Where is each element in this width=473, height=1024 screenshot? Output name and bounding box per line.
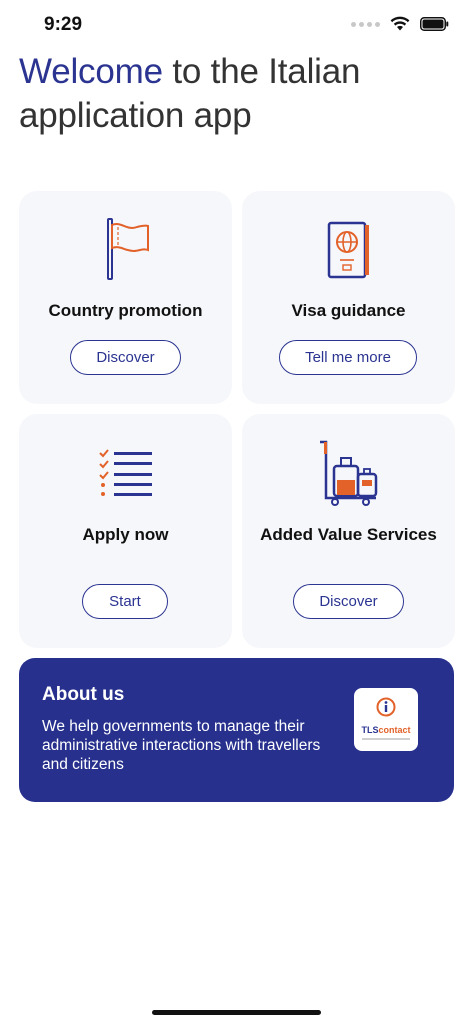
card-title: Visa guidance xyxy=(291,301,406,320)
status-time: 9:29 xyxy=(44,14,83,35)
logo-tagline xyxy=(362,738,410,740)
card-title: Country promotion xyxy=(48,301,203,320)
logo-tls: TLS xyxy=(361,725,379,735)
battery-icon xyxy=(420,17,449,31)
tlscontact-logo: TLScontact xyxy=(354,688,418,751)
info-icon xyxy=(376,697,396,717)
about-title: About us xyxy=(42,684,125,705)
flag-icon xyxy=(106,218,149,280)
about-us-banner[interactable]: About us We help governments to manage t… xyxy=(19,658,454,802)
about-text: We help governments to manage their admi… xyxy=(42,718,321,773)
page-title: Welcome to the Italian application app xyxy=(19,50,439,138)
status-bar: 9:29 xyxy=(0,0,473,50)
card-title: Apply now xyxy=(82,525,169,544)
logo-wordmark: TLScontact xyxy=(354,725,418,735)
card-added-value-services: Added Value Services Discover xyxy=(242,414,455,648)
wifi-icon xyxy=(390,16,410,31)
luggage-cart-icon xyxy=(319,440,377,506)
signal-icon xyxy=(351,21,380,27)
checklist-icon xyxy=(98,449,152,496)
home-indicator[interactable] xyxy=(152,1010,321,1015)
discover-button[interactable]: Discover xyxy=(293,584,404,619)
card-visa-guidance: Visa guidance Tell me more xyxy=(242,191,455,404)
logo-contact: contact xyxy=(378,725,411,735)
start-button[interactable]: Start xyxy=(82,584,168,619)
discover-button[interactable]: Discover xyxy=(70,340,181,375)
card-apply-now: Apply now Start xyxy=(19,414,232,648)
passport-icon xyxy=(327,221,369,279)
card-title: Added Value Services xyxy=(260,525,437,544)
page-title-accent: Welcome xyxy=(19,52,163,91)
card-country-promotion: Country promotion Discover xyxy=(19,191,232,404)
status-icons xyxy=(351,16,449,32)
tell-me-more-button[interactable]: Tell me more xyxy=(279,340,417,375)
